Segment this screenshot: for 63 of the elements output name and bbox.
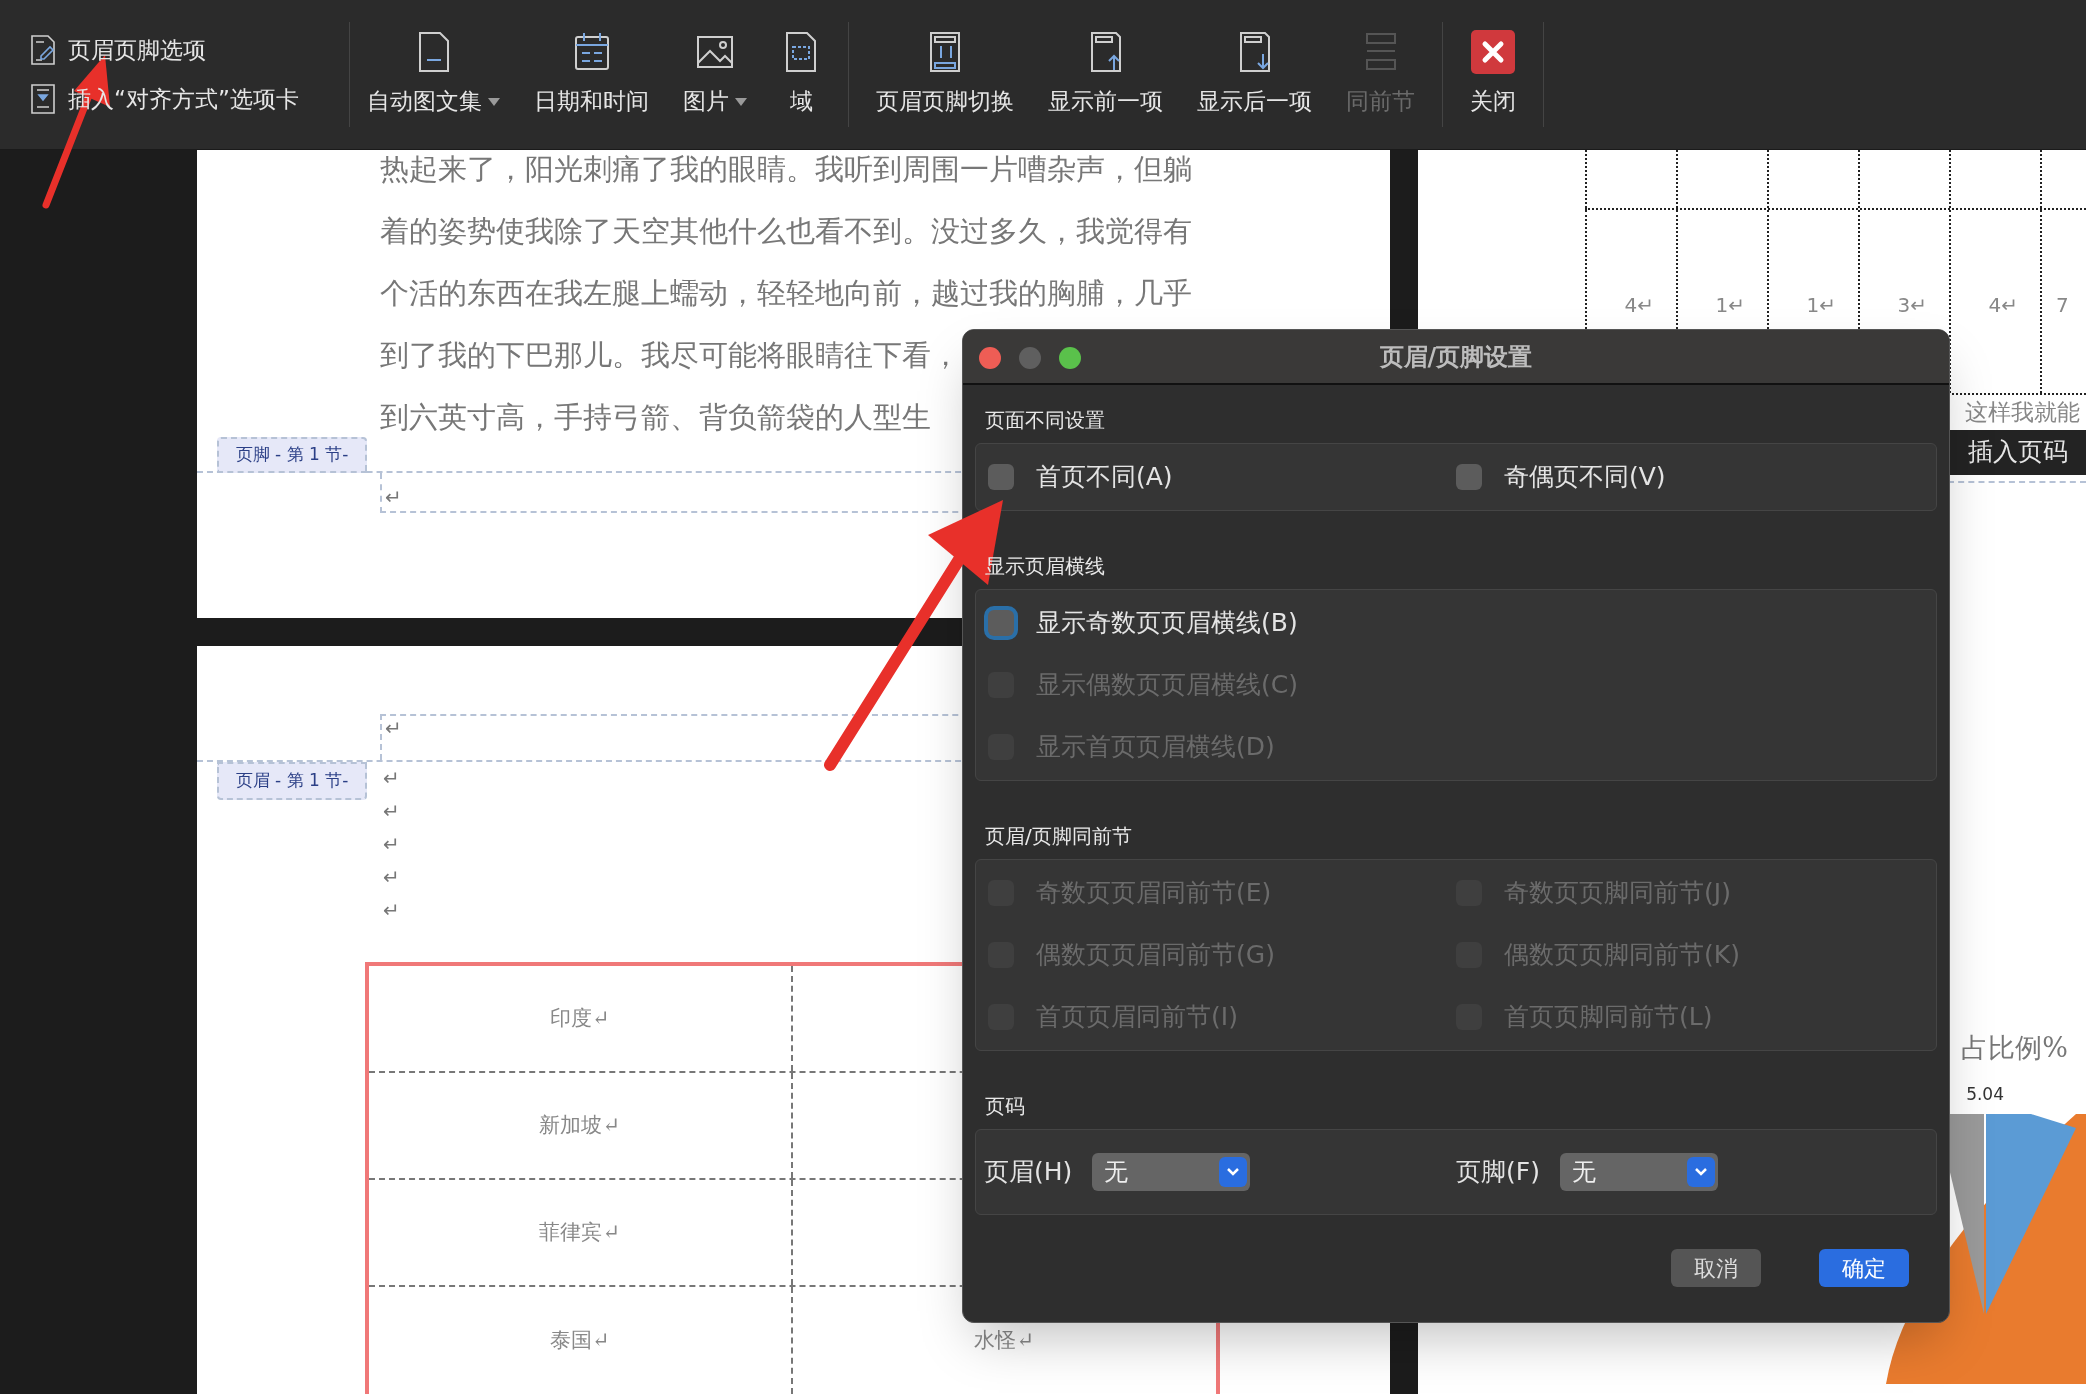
section-title: 页面不同设置 (984, 407, 1106, 434)
table-cell-text: 泰国↵ (549, 1326, 610, 1354)
chart-data-label: 5.04 (1966, 1083, 2004, 1106)
zoom-window-button[interactable] (1059, 347, 1081, 369)
toolbar-button[interactable]: 图片 (666, 0, 764, 149)
body-text-line: 到六英寸高，手持弓箭、背负箭袋的人型生 (380, 399, 931, 436)
section-title: 页码 (984, 1093, 1026, 1120)
body-text-line: 热起来了，阳光刺痛了我的眼睛。我听到周围一片嘈杂声，但躺 (380, 151, 1192, 188)
toolbar-button[interactable]: 关闭 (1453, 0, 1533, 149)
body-text-line: 个活的东西在我左腿上蠕动，轻轻地向前，越过我的胸脯，几乎 (380, 275, 1192, 312)
paragraph-mark: ↵ (385, 716, 402, 741)
table-cell-text: 印度↵ (549, 1004, 610, 1032)
cancel-button[interactable]: 取消 (1671, 1249, 1761, 1287)
document-edit-icon (30, 34, 56, 67)
dropdown-select[interactable]: 无 (1559, 1153, 1718, 1191)
caret-icon (735, 97, 747, 106)
body-text-line: 着的姿势使我除了天空其他什么也看不到。没过多久，我觉得有 (380, 213, 1192, 250)
chevron-down-icon (1226, 1167, 1241, 1177)
toolbar-button[interactable]: 日期和时间 (517, 0, 666, 149)
table-cell-text: 3↵ (1897, 292, 1927, 319)
checkbox-label: 首页不同(A) (1036, 461, 1173, 494)
checkbox[interactable] (1456, 464, 1482, 490)
checkbox-label: 显示奇数页页眉横线(B) (1036, 607, 1298, 640)
section-title: 页眉/页脚同前节 (984, 823, 1133, 850)
dialog-title: 页眉/页脚设置 (1379, 341, 1533, 373)
toolbar-button[interactable]: 显示前一项 (1031, 0, 1180, 149)
body-text-line: 到了我的下巴那儿。我尽可能将眼睛往下看， (380, 337, 960, 374)
toolbar-button[interactable]: 自动图文集 (350, 0, 517, 149)
paragraph-mark: ↵ (383, 799, 400, 823)
table-cell-text: 新加坡↵ (539, 1111, 621, 1139)
close-window-button[interactable] (979, 347, 1001, 369)
paragraph-mark: ↵ (383, 832, 400, 856)
chart-title: 占比例% (1961, 1030, 2068, 1065)
header-section-tag: 页眉 - 第 1 节- (217, 762, 367, 800)
table-cell-text: 1↵ (1806, 292, 1836, 319)
table-cell-text: 7 (2056, 292, 2069, 319)
table-cell-text: 菲律宾↵ (539, 1218, 621, 1246)
chevron-down-icon (1693, 1167, 1708, 1177)
document-align-icon (30, 82, 56, 115)
body-text-fragment: 这样我就能 (1965, 398, 2080, 427)
checkbox-label: 奇偶页不同(V) (1504, 461, 1666, 494)
table-cell-text: 4↵ (1624, 292, 1654, 319)
footer-section-tag: 页脚 - 第 1 节- (217, 437, 367, 473)
paragraph-mark: ↵ (383, 865, 400, 889)
select-label: 页脚(F) (1456, 1156, 1540, 1189)
dropdown-select[interactable]: 无 (1092, 1153, 1251, 1191)
toolbar-button[interactable]: 页眉页脚切换 (859, 0, 1031, 149)
insert-page-number-tooltip[interactable]: 插入页码 (1950, 429, 2086, 475)
caret-icon (488, 97, 500, 106)
checkbox[interactable] (988, 464, 1014, 490)
paragraph-mark: ↵ (385, 487, 402, 507)
toolbar-button[interactable]: 显示后一项 (1180, 0, 1329, 149)
select-label: 页眉(H) (984, 1156, 1073, 1189)
toolbar-button[interactable]: 域 (764, 0, 838, 149)
table-cell-text: 水怪↵ (974, 1326, 1035, 1354)
table-cell-text: 4↵ (1988, 292, 2018, 319)
toolbar-option[interactable]: 页眉页脚选项 (30, 33, 349, 68)
paragraph-mark: ↵ (383, 898, 400, 922)
table-cell-text: 1↵ (1715, 292, 1745, 319)
close-icon (1471, 30, 1515, 75)
minimize-window-button[interactable] (1019, 347, 1041, 369)
confirm-button[interactable]: 确定 (1819, 1249, 1909, 1287)
paragraph-mark: ↵ (383, 766, 400, 790)
